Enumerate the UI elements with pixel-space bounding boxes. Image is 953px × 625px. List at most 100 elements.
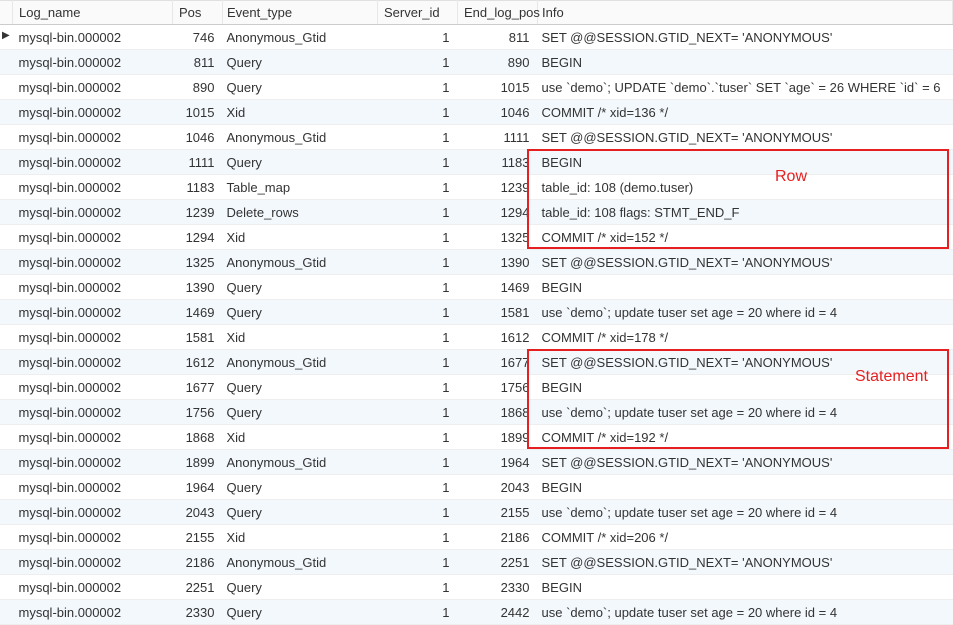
cell-serverid[interactable]: 1 bbox=[378, 150, 458, 175]
cell-endlogpos[interactable]: 1581 bbox=[458, 300, 538, 325]
cell-serverid[interactable]: 1 bbox=[378, 600, 458, 625]
cell-eventtype[interactable]: Xid bbox=[223, 225, 378, 250]
cell-serverid[interactable]: 1 bbox=[378, 325, 458, 350]
cell-info[interactable]: BEGIN bbox=[538, 575, 953, 600]
cell-serverid[interactable]: 1 bbox=[378, 300, 458, 325]
cell-endlogpos[interactable]: 2043 bbox=[458, 475, 538, 500]
cell-info[interactable]: COMMIT /* xid=206 */ bbox=[538, 525, 953, 550]
cell-eventtype[interactable]: Anonymous_Gtid bbox=[223, 450, 378, 475]
table-row[interactable]: mysql-bin.0000021046Anonymous_Gtid11111S… bbox=[0, 125, 953, 150]
cell-pos[interactable]: 2043 bbox=[173, 500, 223, 525]
cell-logname[interactable]: mysql-bin.000002 bbox=[13, 525, 173, 550]
cell-pos[interactable]: 2155 bbox=[173, 525, 223, 550]
cell-endlogpos[interactable]: 2251 bbox=[458, 550, 538, 575]
cell-endlogpos[interactable]: 1612 bbox=[458, 325, 538, 350]
table-row[interactable]: mysql-bin.0000021325Anonymous_Gtid11390S… bbox=[0, 250, 953, 275]
cell-pos[interactable]: 890 bbox=[173, 75, 223, 100]
cell-endlogpos[interactable]: 890 bbox=[458, 50, 538, 75]
cell-logname[interactable]: mysql-bin.000002 bbox=[13, 125, 173, 150]
cell-serverid[interactable]: 1 bbox=[378, 200, 458, 225]
cell-logname[interactable]: mysql-bin.000002 bbox=[13, 175, 173, 200]
cell-info[interactable]: use `demo`; UPDATE `demo`.`tuser` SET `a… bbox=[538, 75, 953, 100]
cell-endlogpos[interactable]: 1756 bbox=[458, 375, 538, 400]
table-row[interactable]: mysql-bin.0000021868Xid11899COMMIT /* xi… bbox=[0, 425, 953, 450]
cell-logname[interactable]: mysql-bin.000002 bbox=[13, 450, 173, 475]
cell-pos[interactable]: 811 bbox=[173, 50, 223, 75]
cell-logname[interactable]: mysql-bin.000002 bbox=[13, 350, 173, 375]
column-header-endlogpos[interactable]: End_log_pos bbox=[458, 1, 538, 25]
cell-info[interactable]: use `demo`; update tuser set age = 20 wh… bbox=[538, 400, 953, 425]
cell-endlogpos[interactable]: 1868 bbox=[458, 400, 538, 425]
cell-endlogpos[interactable]: 1183 bbox=[458, 150, 538, 175]
cell-info[interactable]: SET @@SESSION.GTID_NEXT= 'ANONYMOUS' bbox=[538, 350, 953, 375]
cell-info[interactable]: table_id: 108 (demo.tuser) bbox=[538, 175, 953, 200]
cell-logname[interactable]: mysql-bin.000002 bbox=[13, 50, 173, 75]
cell-eventtype[interactable]: Anonymous_Gtid bbox=[223, 550, 378, 575]
cell-logname[interactable]: mysql-bin.000002 bbox=[13, 475, 173, 500]
table-row[interactable]: mysql-bin.0000021294Xid11325COMMIT /* xi… bbox=[0, 225, 953, 250]
cell-eventtype[interactable]: Query bbox=[223, 600, 378, 625]
cell-logname[interactable]: mysql-bin.000002 bbox=[13, 425, 173, 450]
cell-endlogpos[interactable]: 2186 bbox=[458, 525, 538, 550]
table-row[interactable]: mysql-bin.0000021581Xid11612COMMIT /* xi… bbox=[0, 325, 953, 350]
cell-logname[interactable]: mysql-bin.000002 bbox=[13, 150, 173, 175]
table-row[interactable]: mysql-bin.000002746Anonymous_Gtid1811SET… bbox=[0, 25, 953, 50]
cell-pos[interactable]: 1612 bbox=[173, 350, 223, 375]
cell-info[interactable]: use `demo`; update tuser set age = 20 wh… bbox=[538, 300, 953, 325]
cell-info[interactable]: COMMIT /* xid=192 */ bbox=[538, 425, 953, 450]
cell-eventtype[interactable]: Query bbox=[223, 75, 378, 100]
cell-endlogpos[interactable]: 2330 bbox=[458, 575, 538, 600]
cell-pos[interactable]: 2186 bbox=[173, 550, 223, 575]
table-row[interactable]: mysql-bin.0000021899Anonymous_Gtid11964S… bbox=[0, 450, 953, 475]
cell-logname[interactable]: mysql-bin.000002 bbox=[13, 250, 173, 275]
cell-eventtype[interactable]: Anonymous_Gtid bbox=[223, 250, 378, 275]
cell-endlogpos[interactable]: 1111 bbox=[458, 125, 538, 150]
cell-logname[interactable]: mysql-bin.000002 bbox=[13, 375, 173, 400]
table-row[interactable]: mysql-bin.0000021390Query11469BEGIN bbox=[0, 275, 953, 300]
table-row[interactable]: mysql-bin.0000021612Anonymous_Gtid11677S… bbox=[0, 350, 953, 375]
table-row[interactable]: mysql-bin.0000022155Xid12186COMMIT /* xi… bbox=[0, 525, 953, 550]
cell-serverid[interactable]: 1 bbox=[378, 575, 458, 600]
table-row[interactable]: mysql-bin.000002890Query11015use `demo`;… bbox=[0, 75, 953, 100]
table-row[interactable]: mysql-bin.0000022043Query12155use `demo`… bbox=[0, 500, 953, 525]
cell-info[interactable]: COMMIT /* xid=136 */ bbox=[538, 100, 953, 125]
cell-info[interactable]: SET @@SESSION.GTID_NEXT= 'ANONYMOUS' bbox=[538, 125, 953, 150]
cell-pos[interactable]: 1964 bbox=[173, 475, 223, 500]
table-row[interactable]: mysql-bin.0000022251Query12330BEGIN bbox=[0, 575, 953, 600]
cell-logname[interactable]: mysql-bin.000002 bbox=[13, 300, 173, 325]
cell-endlogpos[interactable]: 1899 bbox=[458, 425, 538, 450]
cell-pos[interactable]: 1325 bbox=[173, 250, 223, 275]
table-row[interactable]: mysql-bin.0000021756Query11868use `demo`… bbox=[0, 400, 953, 425]
cell-endlogpos[interactable]: 1015 bbox=[458, 75, 538, 100]
cell-logname[interactable]: mysql-bin.000002 bbox=[13, 225, 173, 250]
cell-pos[interactable]: 1239 bbox=[173, 200, 223, 225]
cell-eventtype[interactable]: Query bbox=[223, 475, 378, 500]
cell-info[interactable]: SET @@SESSION.GTID_NEXT= 'ANONYMOUS' bbox=[538, 450, 953, 475]
cell-info[interactable]: SET @@SESSION.GTID_NEXT= 'ANONYMOUS' bbox=[538, 250, 953, 275]
cell-eventtype[interactable]: Xid bbox=[223, 325, 378, 350]
cell-pos[interactable]: 1390 bbox=[173, 275, 223, 300]
column-header-serverid[interactable]: Server_id bbox=[378, 1, 458, 25]
cell-logname[interactable]: mysql-bin.000002 bbox=[13, 600, 173, 625]
cell-info[interactable]: BEGIN bbox=[538, 50, 953, 75]
cell-serverid[interactable]: 1 bbox=[378, 175, 458, 200]
cell-endlogpos[interactable]: 1469 bbox=[458, 275, 538, 300]
cell-endlogpos[interactable]: 1390 bbox=[458, 250, 538, 275]
table-row[interactable]: mysql-bin.0000021469Query11581use `demo`… bbox=[0, 300, 953, 325]
cell-eventtype[interactable]: Xid bbox=[223, 525, 378, 550]
cell-pos[interactable]: 1111 bbox=[173, 150, 223, 175]
cell-pos[interactable]: 1581 bbox=[173, 325, 223, 350]
cell-logname[interactable]: mysql-bin.000002 bbox=[13, 400, 173, 425]
cell-eventtype[interactable]: Query bbox=[223, 575, 378, 600]
cell-serverid[interactable]: 1 bbox=[378, 125, 458, 150]
cell-pos[interactable]: 2251 bbox=[173, 575, 223, 600]
cell-serverid[interactable]: 1 bbox=[378, 350, 458, 375]
cell-info[interactable]: table_id: 108 flags: STMT_END_F bbox=[538, 200, 953, 225]
cell-serverid[interactable]: 1 bbox=[378, 500, 458, 525]
cell-pos[interactable]: 2330 bbox=[173, 600, 223, 625]
cell-info[interactable]: BEGIN bbox=[538, 475, 953, 500]
cell-eventtype[interactable]: Query bbox=[223, 300, 378, 325]
cell-info[interactable]: COMMIT /* xid=152 */ bbox=[538, 225, 953, 250]
cell-endlogpos[interactable]: 2155 bbox=[458, 500, 538, 525]
cell-info[interactable]: use `demo`; update tuser set age = 20 wh… bbox=[538, 500, 953, 525]
